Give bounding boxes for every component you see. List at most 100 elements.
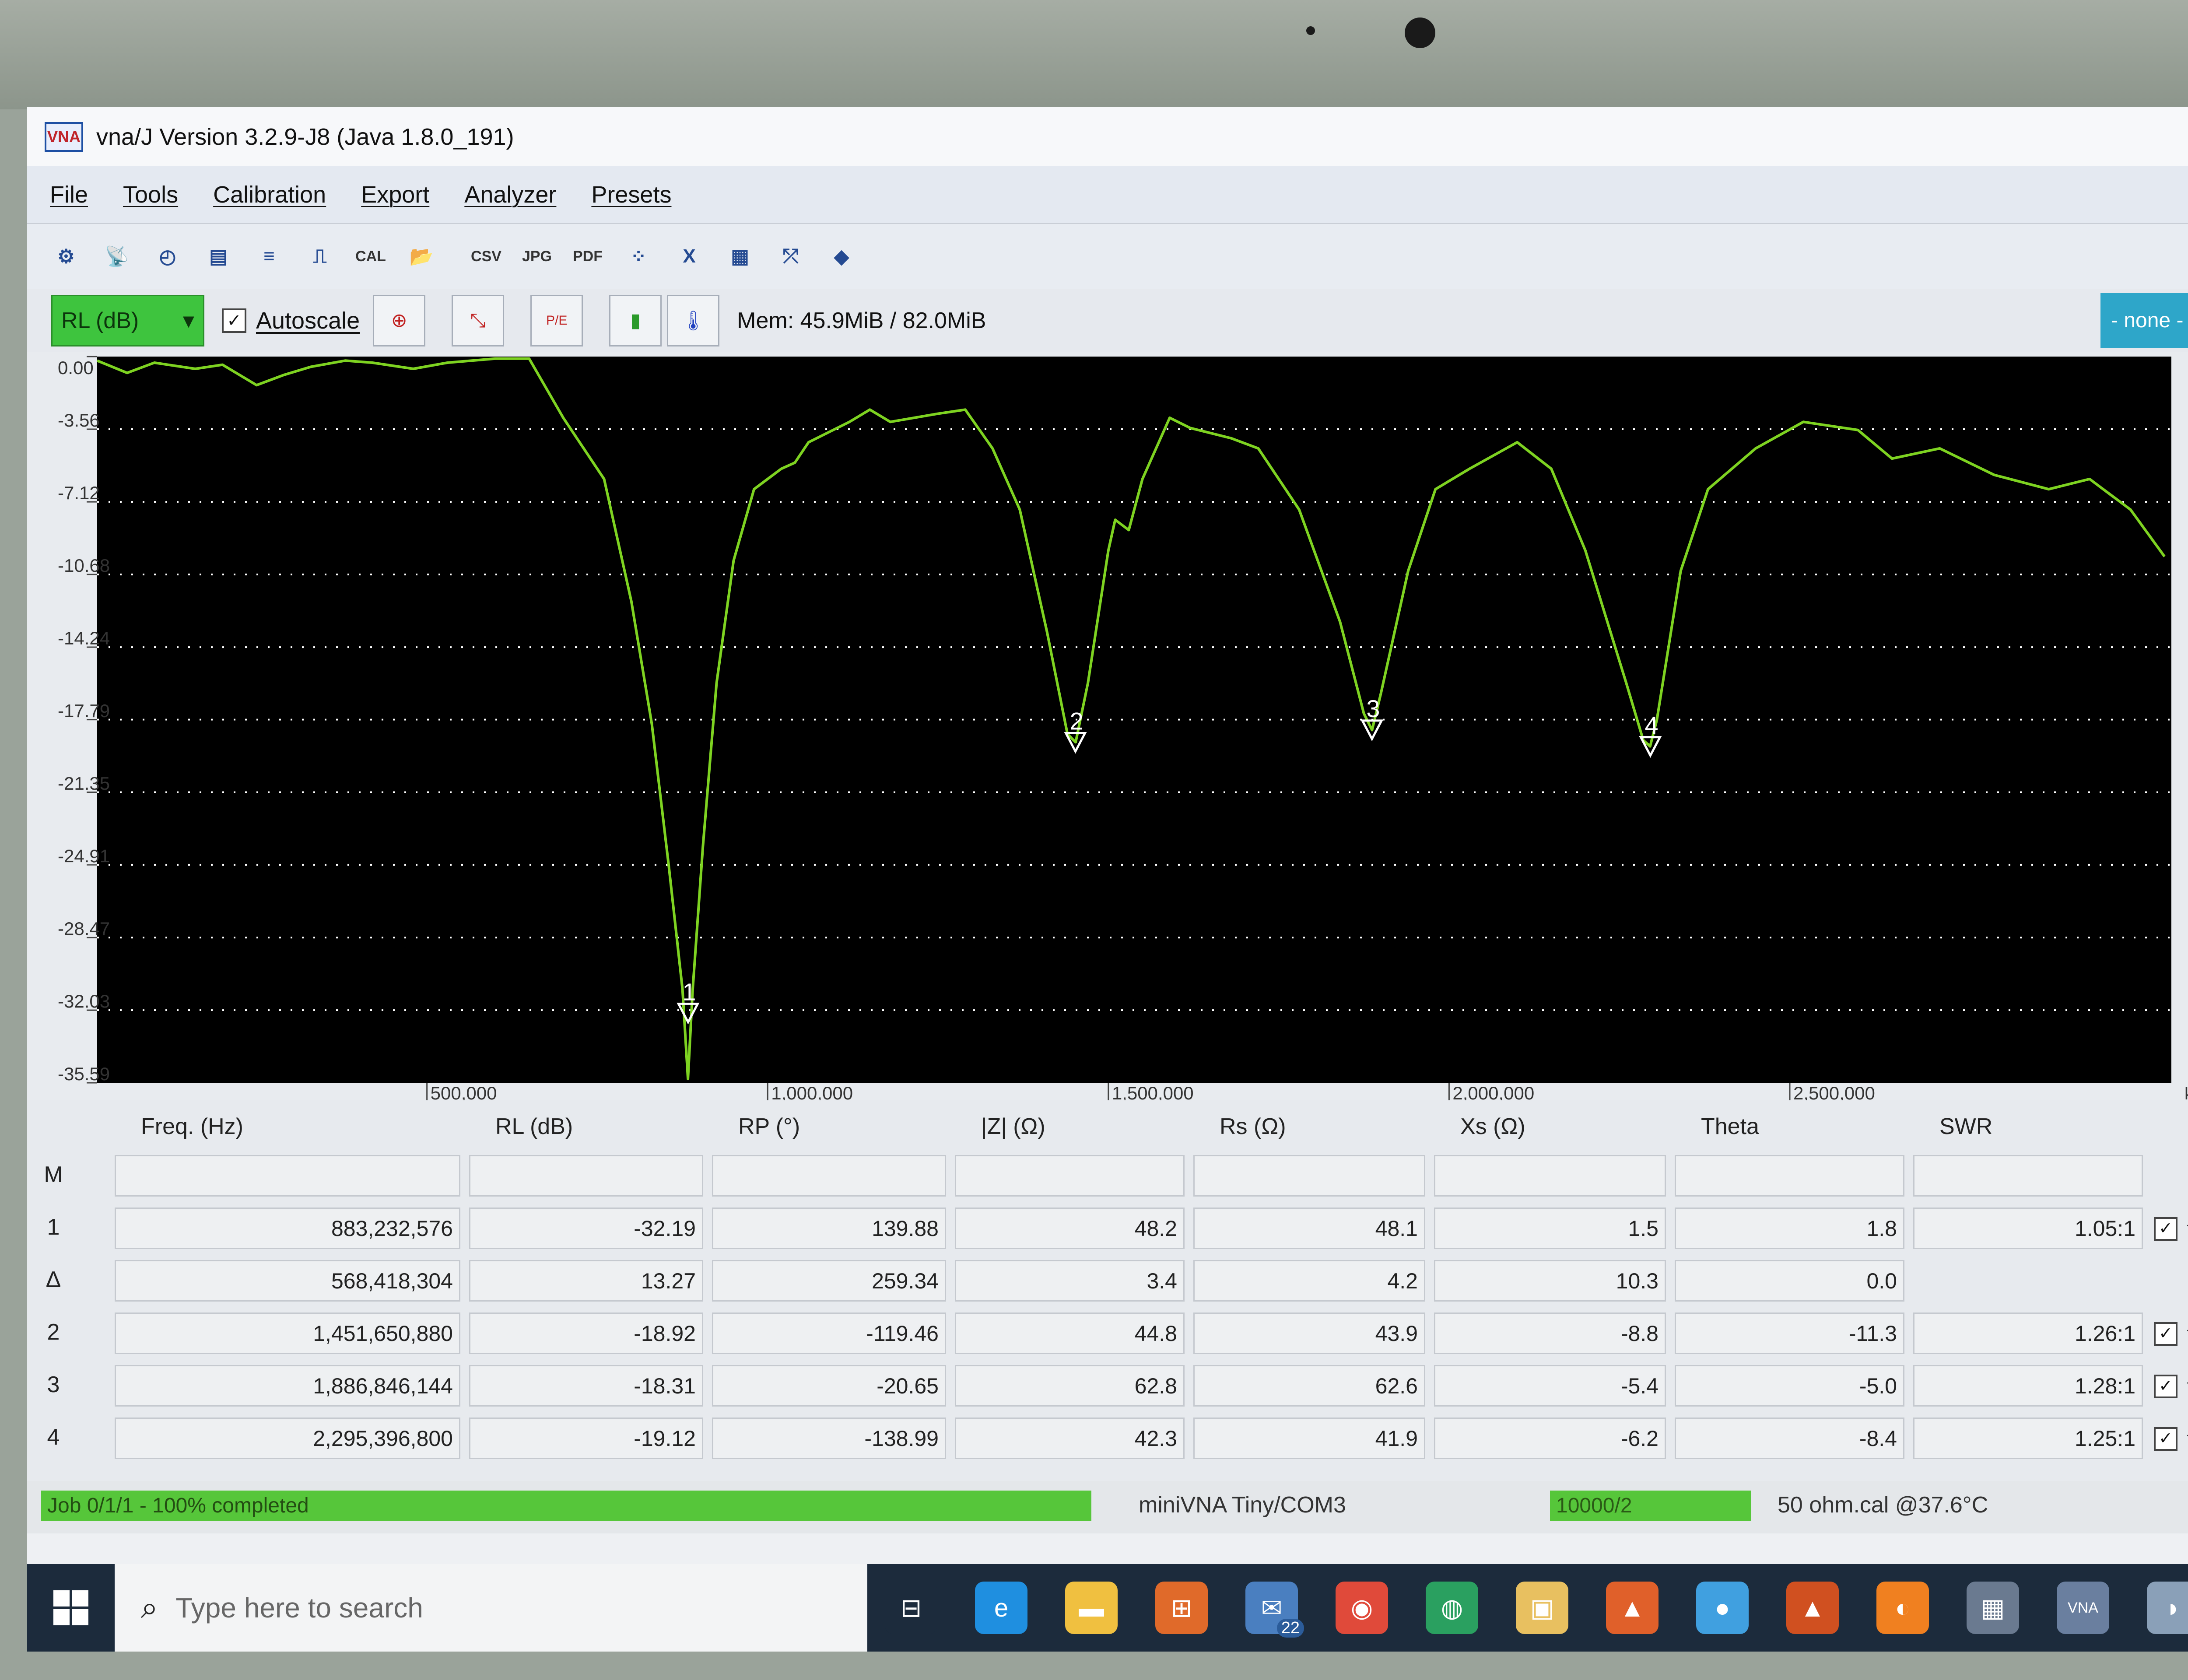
cell-theta: 1.8 [1675,1208,1904,1249]
edge-icon[interactable]: e [975,1582,1027,1634]
cell-rl: -32.19 [469,1208,703,1249]
taskbar-search[interactable]: ⌕ Type here to search [115,1564,867,1652]
jpg-export-icon[interactable]: JPG [520,239,554,273]
bird-app-icon[interactable]: ● [1696,1582,1749,1634]
cell-rl: -18.31 [469,1365,703,1407]
battery-button[interactable]: ▮ [609,294,662,346]
column-header-xs: Xs (Ω) [1460,1114,1525,1139]
menu-export[interactable]: Export [361,181,429,208]
excel-export-icon[interactable]: X [672,239,706,273]
frequency-icon[interactable]: ≡ [252,239,286,273]
eraser-icon[interactable]: ◆ [824,239,859,273]
report-icon[interactable]: ▦ [723,239,757,273]
matlab-icon[interactable]: ▲ [1606,1582,1659,1634]
cell-theta [1675,1155,1904,1197]
port-extension-button[interactable]: P/E [530,294,583,346]
vna-app-icon[interactable]: VNA [2057,1582,2109,1634]
mail-icon[interactable]: ✉ 22 [1245,1582,1304,1638]
clock-icon[interactable]: ◴ [151,239,185,273]
cell-rl: -18.92 [469,1312,703,1354]
autoscale-checkbox[interactable]: ✓ [222,308,246,333]
menu-file[interactable]: File [50,181,88,208]
y-tick-label: -24.91 [58,846,110,866]
calibration-label: 50 ohm.cal @37.6°C [1778,1492,1988,1518]
keyboard-icon[interactable]: ▦ [1967,1582,2019,1634]
x-tick-label: 2,500,000 [1793,1083,1875,1100]
cell-z [955,1155,1185,1197]
cell-rp: -20.65 [712,1365,946,1407]
marker-button[interactable]: ⤡ [452,294,505,346]
mode-select[interactable]: RL (dB) ▾ [51,294,204,346]
start-button[interactable] [27,1564,115,1652]
cell-theta: -8.4 [1675,1418,1904,1459]
marker-table: Freq. (Hz) RL (dB) RP (°) |Z| (Ω) Rs (Ω) Xs (… [27,1100,2188,1481]
toolbar: ⚙ 📡 ◴ ▤ ≡ ⎍ CAL 📂 CSV JPG PDF ⁘ X ▦ ⤱ ◆ [27,223,2188,289]
thermometer-icon: 🌡 [681,310,706,332]
y-tick-label: -28.47 [58,918,110,939]
temperature-button[interactable]: 🌡 [667,294,720,346]
cell-z: 62.8 [955,1365,1185,1407]
x-tick-label: 2,000,000 [1452,1083,1534,1100]
csv-export-icon[interactable]: CSV [469,239,503,273]
marker-visible-checkbox[interactable]: ✓ [2154,1427,2177,1451]
cell-freq [115,1155,460,1197]
task-view-icon[interactable]: ⊟ [885,1582,937,1634]
save-icon[interactable]: ▤ [201,239,235,273]
row-label: 2 [47,1320,60,1345]
y-tick-label: 0.00 [58,357,94,378]
pdf-export-icon[interactable]: PDF [571,239,605,273]
battery-icon: ▮ [630,310,641,331]
x-unit-label: kHz [2184,1084,2188,1100]
status-bar: Job 0/1/1 - 100% completed miniVNA Tiny/… [27,1481,2188,1533]
cal-icon[interactable]: CAL [354,239,388,273]
zoom-chart-icon[interactable]: ⤱ [774,239,808,273]
cell-xs: -6.2 [1434,1418,1666,1459]
marker-visible-checkbox[interactable]: ✓ [2154,1322,2177,1346]
dotted-chart-icon[interactable]: ⁘ [621,239,656,273]
trace-select[interactable]: - none - [2100,293,2188,348]
cell-swr: 1.25:1 [1913,1418,2143,1459]
menu-analyzer[interactable]: Analyzer [464,181,556,208]
menu-presets[interactable]: Presets [591,181,671,208]
smith-chart-button[interactable]: ⊕ [373,294,426,346]
search-icon: ⌕ [141,1590,158,1624]
file-explorer-icon[interactable]: ▬ [1065,1582,1118,1634]
y-tick-label: -3.56 [58,410,100,430]
memory-usage: Mem: 45.9MiB / 82.0MiB [737,308,986,333]
firefox-icon[interactable]: ◐ [1876,1582,1929,1634]
cell-rs: 4.2 [1193,1260,1425,1302]
analyzer-config-icon[interactable]: ⚙ [49,239,83,273]
cell-swr [1913,1155,2143,1197]
cell-z: 3.4 [955,1260,1185,1302]
chrome-icon[interactable]: ◉ [1336,1582,1388,1634]
globe-icon[interactable]: ◍ [1426,1582,1478,1634]
matlab2-icon[interactable]: ▲ [1786,1582,1839,1634]
store-icon[interactable]: ⊞ [1155,1582,1208,1634]
marker-visible-checkbox[interactable]: ✓ [2154,1375,2177,1398]
cell-freq: 568,418,304 [115,1260,460,1302]
open-file-icon[interactable]: 📂 [404,239,438,273]
antenna-icon[interactable]: 📡 [100,239,134,273]
cell-rs: 62.6 [1193,1365,1425,1407]
marker-label: 3 [1366,695,1380,722]
autoscale-label: Autoscale [256,307,360,334]
sample-count: 10000/2 [1550,1491,1751,1521]
title-bar: VNA vna/J Version 3.2.9-J8 (Java 1.8.0_1… [27,107,2188,166]
marker-visible-checkbox[interactable]: ✓ [2154,1217,2177,1241]
cell-rs: 43.9 [1193,1312,1425,1354]
column-header-freq: Freq. (Hz) [141,1114,243,1139]
menu-calibration[interactable]: Calibration [213,181,326,208]
cell-rp: -138.99 [712,1418,946,1459]
menu-tools[interactable]: Tools [123,181,178,208]
screen: VNA vna/J Version 3.2.9-J8 (Java 1.8.0_1… [27,107,2188,1652]
cell-xs: -8.8 [1434,1312,1666,1354]
pulse-icon[interactable]: ⎍ [303,239,337,273]
archive-icon[interactable]: ▣ [1516,1582,1568,1634]
bird2-app-icon[interactable]: ◗ [2147,1582,2188,1634]
marker-label: 4 [1645,711,1658,739]
monitor-bezel [0,0,2188,109]
windows-taskbar: ⌕ Type here to search ⊟ e ▬ ⊞ ✉ 22 ◉ ◍ ▣ ▲ ● ▲ ◐ ▦ VNA… [27,1564,2188,1652]
cell-xs: -5.4 [1434,1365,1666,1407]
x-tick-label: 500,000 [431,1083,497,1100]
row-label: Δ [46,1267,61,1292]
